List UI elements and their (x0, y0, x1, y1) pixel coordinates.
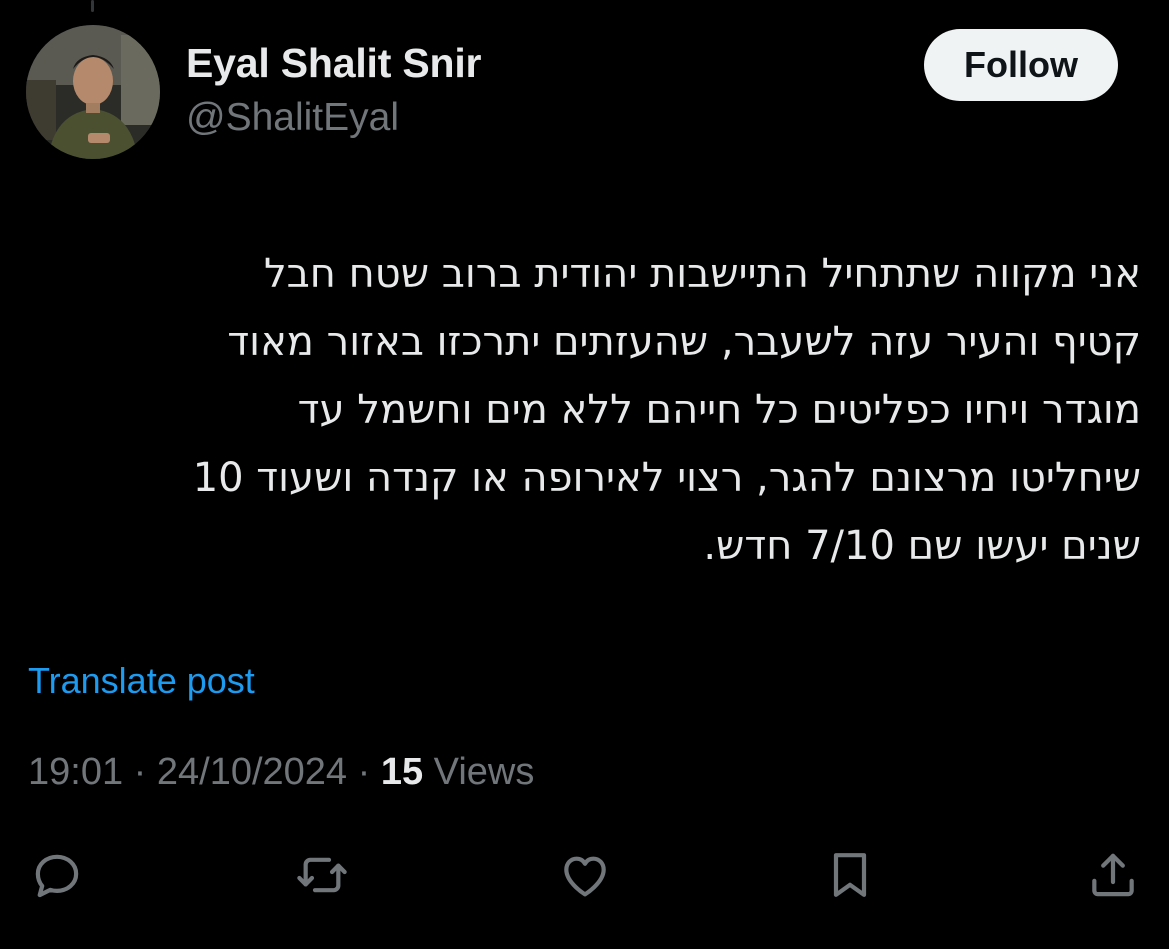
thread-connector-line (91, 0, 94, 12)
author-display-name[interactable]: Eyal Shalit Snir (186, 40, 481, 87)
repost-icon (297, 857, 347, 893)
post-text: אני מקווה שתתחיל התיישבות יהודית ברוב שט… (31, 240, 1141, 580)
bookmark-icon (833, 853, 867, 897)
bookmark-button[interactable] (820, 845, 880, 905)
avatar-photo (26, 25, 160, 159)
reply-button[interactable] (27, 845, 87, 905)
post-text-line: שיחליטו מרצונם להגר, רצוי לאירופה או קנד… (192, 455, 1141, 501)
reply-icon (35, 854, 79, 898)
translate-post-link[interactable]: Translate post (28, 660, 255, 702)
post-text-line: אני מקווה שתתחיל התיישבות יהודית ברוב שט… (263, 251, 1141, 297)
share-icon (1092, 853, 1134, 897)
post-text-line: שנים יעשו שם 7/10 חדש. (703, 523, 1141, 569)
views-count[interactable]: 15 (381, 751, 423, 793)
post-date[interactable]: 24/10/2024 (157, 751, 347, 793)
like-button[interactable] (555, 845, 615, 905)
share-button[interactable] (1083, 845, 1143, 905)
meta-separator: · (123, 751, 157, 793)
post-time[interactable]: 19:01 (28, 751, 123, 793)
post-metadata: 19:01 · 24/10/2024 · 15 Views (28, 751, 534, 794)
author-handle[interactable]: @ShalitEyal (186, 96, 399, 140)
follow-button[interactable]: Follow (924, 29, 1118, 101)
post-text-line: מוגדר ויחיו כפליטים כל חייהם ללא מים וחש… (297, 387, 1141, 433)
views-label[interactable]: Views (423, 751, 535, 793)
avatar[interactable] (26, 25, 160, 159)
heart-icon (564, 856, 606, 897)
post-text-line: קטיף והעיר עזה לשעבר, שהעזתים יתרכזו באז… (227, 319, 1141, 365)
meta-separator: · (347, 751, 381, 793)
repost-button[interactable] (292, 845, 352, 905)
